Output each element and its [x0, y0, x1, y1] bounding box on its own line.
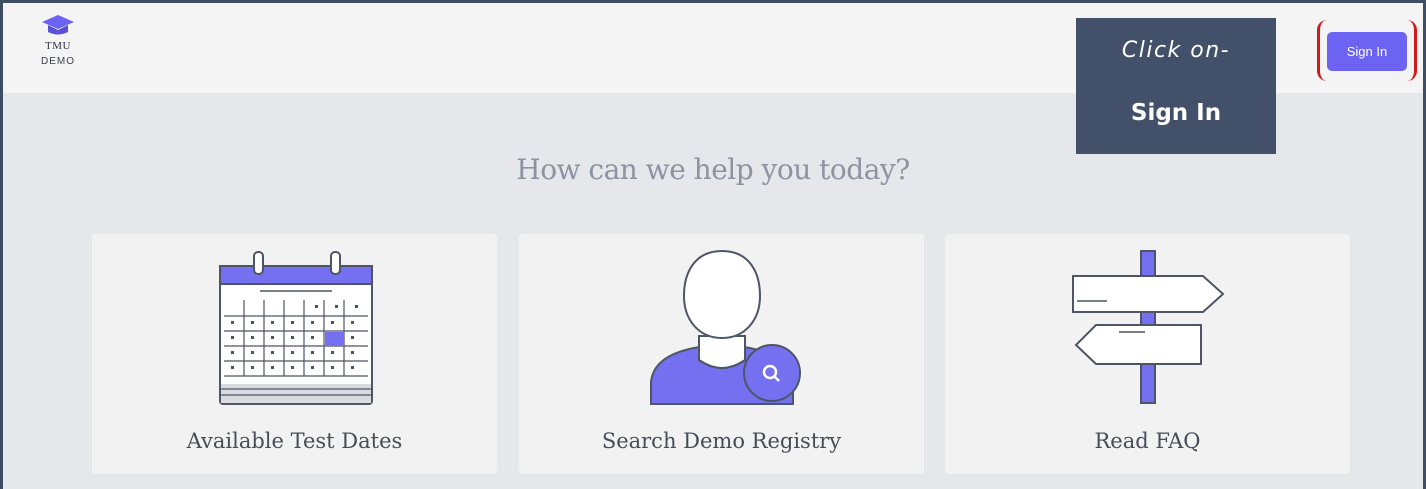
tmu-logo[interactable]: TMU DEMO — [33, 13, 83, 91]
calendar-icon — [219, 251, 373, 405]
person-search-icon — [650, 249, 801, 405]
card-read-faq[interactable]: Read FAQ — [945, 234, 1350, 474]
graduation-cap-icon — [42, 15, 74, 35]
instruction-callout: Click on- Sign In — [1076, 18, 1276, 154]
logo-text: TMU — [45, 40, 71, 52]
callout-target-text: Sign In — [1130, 100, 1222, 126]
signpost-icon — [1072, 250, 1225, 404]
card-label: Search Demo Registry — [601, 429, 842, 453]
logo-subtitle: DEMO — [41, 56, 75, 67]
card-label: Available Test Dates — [186, 429, 403, 453]
card-available-test-dates[interactable]: Available Test Dates — [92, 234, 497, 474]
callout-instruction-text: Click on- — [1121, 38, 1231, 63]
page-headline: How can we help you today? — [516, 153, 910, 186]
card-search-demo-registry[interactable]: Search Demo Registry — [519, 234, 924, 474]
page-frame: TMU DEMO Sign In Click on- Sign In How c… — [0, 0, 1426, 489]
card-label: Read FAQ — [1094, 429, 1201, 453]
sign-in-button[interactable]: Sign In — [1327, 32, 1407, 71]
